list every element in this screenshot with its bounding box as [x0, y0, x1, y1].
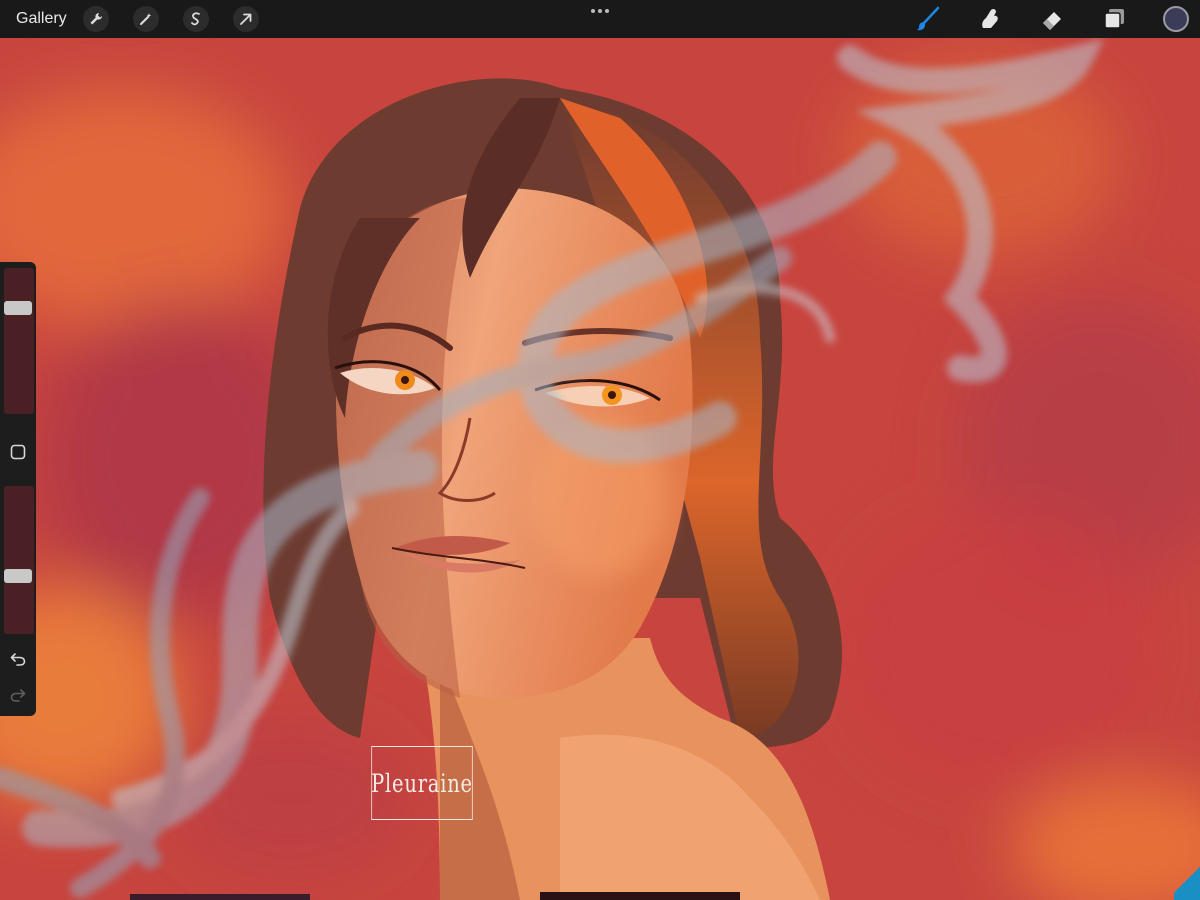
undo-icon[interactable] — [9, 650, 27, 668]
transform-arrow-icon — [239, 13, 252, 25]
brush-icon — [917, 6, 940, 31]
gallery-button[interactable]: Gallery — [16, 10, 67, 28]
selection-button[interactable] — [182, 6, 209, 32]
square-icon[interactable] — [10, 444, 26, 460]
drawing-canvas[interactable] — [0, 38, 1200, 900]
more-dots-icon[interactable] — [588, 4, 612, 18]
actions-button[interactable] — [82, 6, 109, 32]
layers-button[interactable] — [1100, 5, 1128, 33]
eraser-icon — [1043, 12, 1061, 30]
selection-icon — [190, 12, 200, 26]
canvas-edge-left — [130, 894, 310, 900]
top-toolbar: Gallery — [0, 0, 1200, 38]
color-picker-button[interactable] — [1162, 5, 1190, 33]
brush-tool-button[interactable] — [914, 5, 942, 33]
canvas-corner — [1174, 860, 1200, 900]
canvas-edge — [540, 892, 740, 900]
redo-icon[interactable] — [9, 686, 27, 704]
brush-size-slider[interactable] — [4, 268, 34, 414]
smudge-tool-button[interactable] — [976, 5, 1004, 33]
current-color-swatch — [1163, 6, 1189, 32]
sidebar — [0, 262, 36, 716]
artist-signature: Pleuraine — [371, 746, 473, 820]
smudge-icon — [982, 8, 998, 28]
eraser-tool-button[interactable] — [1038, 5, 1066, 33]
brush-size-thumb[interactable] — [4, 301, 32, 315]
layers-icon — [1104, 9, 1124, 29]
transform-button[interactable] — [232, 6, 259, 32]
opacity-slider[interactable] — [4, 486, 34, 634]
opacity-thumb[interactable] — [4, 569, 32, 584]
adjustments-button[interactable] — [132, 6, 159, 32]
magic-wand-icon — [139, 13, 152, 25]
artwork — [0, 38, 1200, 900]
wrench-icon — [90, 12, 102, 25]
